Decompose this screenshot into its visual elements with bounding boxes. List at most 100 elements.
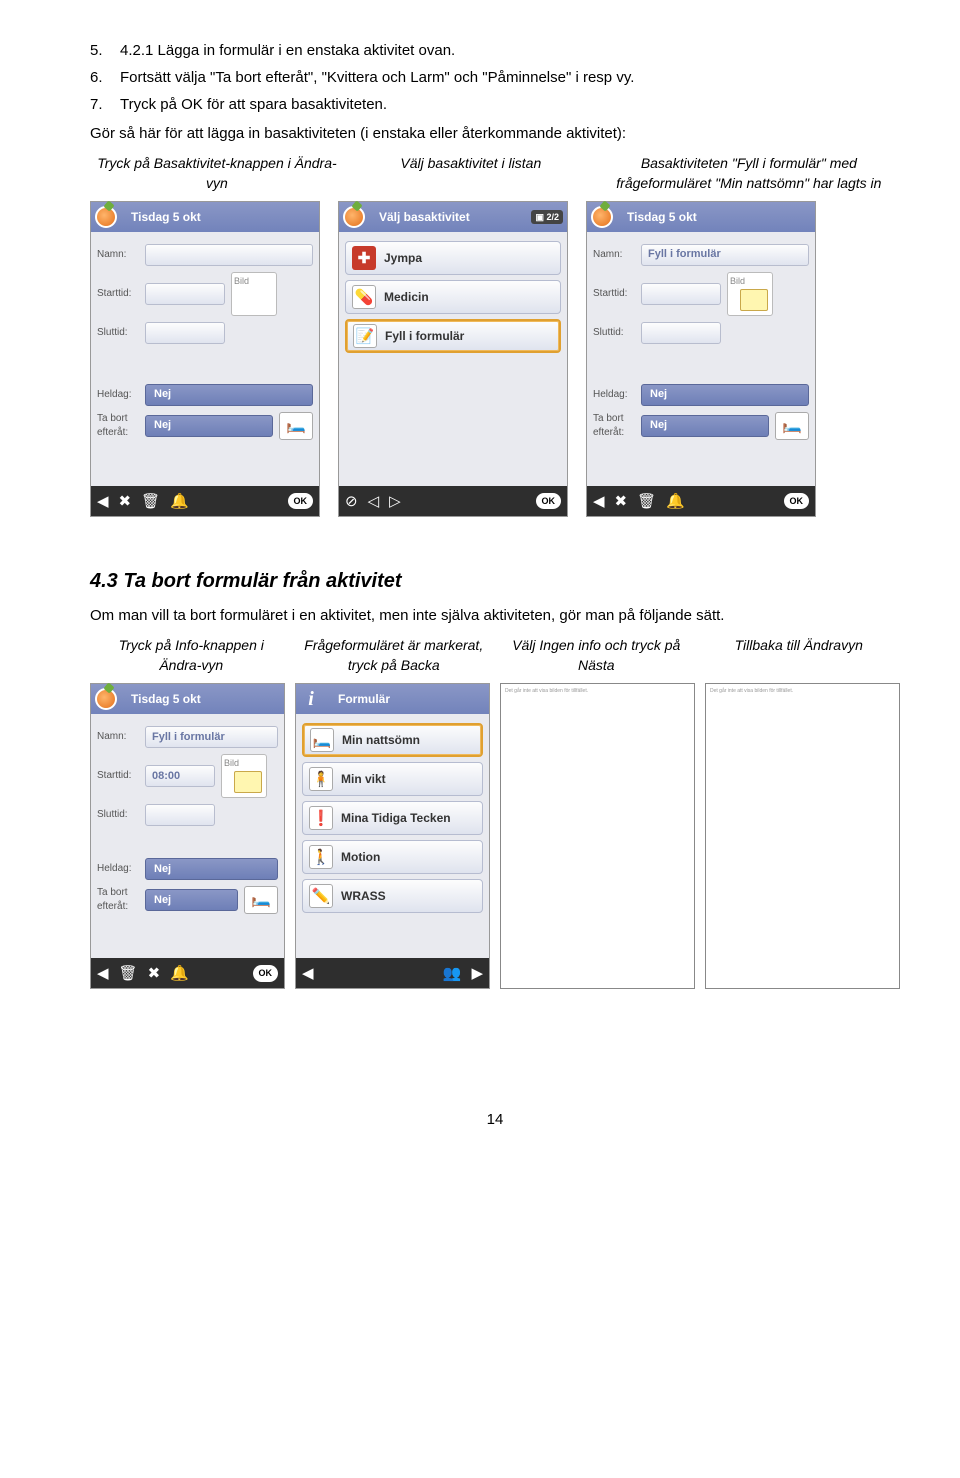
ok-button[interactable]: OK [253, 965, 279, 982]
phone-title: Välj basaktivitet [379, 209, 470, 226]
caption-row: Tryck på Basaktivitet-knappen i Ändra-vy… [90, 154, 900, 193]
list-text: Tryck på OK för att spara basaktiviteten… [120, 94, 900, 115]
label: Starttid: [97, 769, 145, 783]
list-number: 5. [90, 40, 120, 61]
list-item-min-nattsomn[interactable]: 🛏️ Min nattsömn [302, 723, 483, 757]
image-box[interactable]: Bild [221, 754, 267, 798]
phone-body: ✚ Jympa 💊 Medicin 📝 Fyll i formulär [339, 232, 567, 486]
list-item-label: Medicin [384, 289, 429, 306]
bed-icon[interactable]: 🛏️ [279, 412, 313, 440]
phone-bottombar: ⊘ ◁ ▷ OK [339, 486, 567, 516]
phone-mock-edit-info: Tisdag 5 okt Namn: Fyll i formulär Start… [90, 683, 285, 989]
back-icon[interactable]: ◀ [593, 491, 605, 512]
list-item-wrass[interactable]: ✏️ WRASS [302, 879, 483, 913]
endtime-input[interactable] [641, 322, 721, 344]
screenshot-row: Tisdag 5 okt Namn: Starttid: Bild Slutti… [90, 201, 900, 517]
note-icon [740, 289, 768, 311]
list-item-fyll-i-formular[interactable]: 📝 Fyll i formulär [345, 319, 561, 353]
fullday-toggle[interactable]: Nej [145, 858, 278, 880]
caption: Välj Ingen info och tryck på Nästa [495, 636, 698, 675]
phone-topbar: Tisdag 5 okt [91, 202, 319, 232]
back-icon[interactable]: ◀ [97, 963, 109, 984]
field-heldag: Heldag: Nej [97, 858, 278, 880]
cancel-icon[interactable]: ⊘ [345, 491, 358, 512]
ok-button[interactable]: OK [536, 493, 562, 510]
image-box[interactable]: Bild [727, 272, 773, 316]
label: Namn: [593, 248, 641, 262]
phone-topbar: Tisdag 5 okt [587, 202, 815, 232]
removeafter-toggle[interactable]: Nej [145, 415, 273, 437]
list-item-jympa[interactable]: ✚ Jympa [345, 241, 561, 275]
bed-icon[interactable]: 🛏️ [244, 886, 278, 914]
field-sluttid: Sluttid: [593, 322, 809, 344]
close-icon[interactable]: ✖ [119, 491, 132, 512]
phone-title: Tisdag 5 okt [627, 209, 697, 226]
field-heldag: Heldag: Nej [97, 384, 313, 406]
phone-body: 🛏️ Min nattsömn 🧍 Min vikt ❗ Mina Tidiga… [296, 714, 489, 958]
phone-title: Tisdag 5 okt [131, 209, 201, 226]
endtime-input[interactable] [145, 804, 215, 826]
info-icon: i [300, 685, 322, 713]
field-namn: Namn: [97, 244, 313, 266]
label: Heldag: [97, 388, 145, 402]
list-item-min-vikt[interactable]: 🧍 Min vikt [302, 762, 483, 796]
label: Namn: [97, 248, 145, 262]
field-starttid: Starttid: 08:00 Bild [97, 754, 278, 798]
image-box[interactable]: Bild [231, 272, 277, 316]
field-starttid: Starttid: Bild [593, 272, 809, 316]
name-input[interactable] [145, 244, 313, 266]
trash-icon[interactable]: 🗑 [119, 963, 138, 984]
starttime-input[interactable]: 08:00 [145, 765, 215, 787]
back-icon[interactable]: ◀ [97, 491, 109, 512]
name-input[interactable]: Fyll i formulär [641, 244, 809, 266]
list-item-label: Min nattsömn [342, 732, 420, 749]
field-namn: Namn: Fyll i formulär [593, 244, 809, 266]
list-number: 7. [90, 94, 120, 115]
ok-button[interactable]: OK [784, 493, 810, 510]
caption: Basaktiviteten "Fyll i formulär" med frå… [598, 154, 900, 193]
phone-mock-formular-list: i Formulär 🛏️ Min nattsömn 🧍 Min vikt ❗ … [295, 683, 490, 989]
endtime-input[interactable] [145, 322, 225, 344]
forward-icon[interactable]: ▶ [471, 963, 483, 984]
bild-label: Bild [730, 276, 745, 286]
bell-icon[interactable]: 🔔 [170, 491, 189, 512]
bell-icon[interactable]: 🔔 [170, 963, 189, 984]
list-item-tidiga-tecken[interactable]: ❗ Mina Tidiga Tecken [302, 801, 483, 835]
fullday-toggle[interactable]: Nej [145, 384, 313, 406]
fullday-toggle[interactable]: Nej [641, 384, 809, 406]
trash-icon[interactable]: 🗑 [637, 491, 656, 512]
field-namn: Namn: Fyll i formulär [97, 726, 278, 748]
starttime-input[interactable] [145, 283, 225, 305]
caption: Frågeformuläret är markerat, tryck på Ba… [293, 636, 496, 675]
removeafter-toggle[interactable]: Nej [145, 889, 238, 911]
name-input[interactable]: Fyll i formulär [145, 726, 278, 748]
phone-body: Namn: Starttid: Bild Sluttid: Heldag: Ne… [91, 232, 319, 486]
list-item-motion[interactable]: 🚶 Motion [302, 840, 483, 874]
back-icon[interactable]: ◀ [302, 963, 314, 984]
phone-body: Namn: Fyll i formulär Starttid: Bild Slu… [587, 232, 815, 486]
people-icon[interactable]: 👥 [443, 963, 462, 984]
list-item-medicin[interactable]: 💊 Medicin [345, 280, 561, 314]
starttime-input[interactable] [641, 283, 721, 305]
bed-icon[interactable]: 🛏️ [775, 412, 809, 440]
image-placeholder: Det går inte att visa bilden för tillfäl… [500, 683, 695, 989]
bild-label: Bild [224, 758, 239, 768]
phone-body: Namn: Fyll i formulär Starttid: 08:00 Bi… [91, 714, 284, 958]
section-heading: 4.3 Ta bort formulär från aktivitet [90, 567, 900, 595]
bell-icon[interactable]: 🔔 [666, 491, 685, 512]
removeafter-toggle[interactable]: Nej [641, 415, 769, 437]
activity-icon: ✚ [352, 246, 376, 270]
ok-button[interactable]: OK [288, 493, 314, 510]
phone-mock-edit-view: Tisdag 5 okt Namn: Starttid: Bild Slutti… [90, 201, 320, 517]
prev-page-icon[interactable]: ◁ [368, 491, 380, 512]
next-page-icon[interactable]: ▷ [389, 491, 401, 512]
phone-title: Formulär [338, 691, 390, 708]
label: Starttid: [593, 287, 641, 301]
close-icon[interactable]: ✖ [615, 491, 628, 512]
clock-icon [591, 206, 613, 228]
field-tabort: Ta bort efteråt: Nej 🛏️ [97, 412, 313, 440]
phone-mock-basaktivitet-list: Välj basaktivitet ▣ 2/2 ✚ Jympa 💊 Medici… [338, 201, 568, 517]
page-pill: ▣ 2/2 [531, 210, 563, 225]
trash-icon[interactable]: 🗑 [141, 491, 160, 512]
close-icon[interactable]: ✖ [148, 963, 161, 984]
